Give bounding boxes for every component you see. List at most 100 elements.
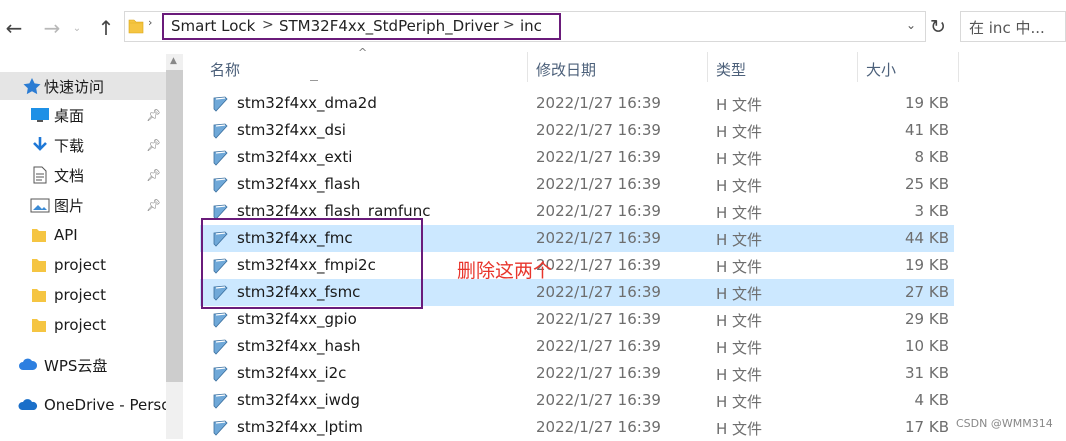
file-row[interactable]: stm32f4xx_exti 2022/1/27 16:39 H 文件 8 KB: [200, 144, 954, 171]
folder-icon: [32, 319, 46, 332]
h-file-icon: [213, 123, 228, 139]
file-name: stm32f4xx_flash: [237, 175, 361, 193]
address-toolbar: ← → ⌄ ↑ › Smart Lock > STM32F4xx_StdPeri…: [0, 0, 1066, 54]
pin-icon[interactable]: 📌︎: [146, 138, 161, 152]
forward-button[interactable]: →: [40, 14, 64, 42]
folder-icon: [128, 19, 144, 34]
file-type: H 文件: [716, 123, 763, 141]
search-placeholder: 在 inc 中...: [969, 19, 1045, 37]
file-date: 2022/1/27 16:39: [536, 94, 661, 112]
nav-item-label: API: [54, 226, 78, 244]
file-name: stm32f4xx_i2c: [237, 364, 347, 382]
nav-item-onedrive[interactable]: OneDrive - Perso: [0, 391, 170, 419]
up-button[interactable]: ↑: [94, 14, 118, 42]
file-size: 10 KB: [905, 337, 949, 355]
file-type: H 文件: [716, 150, 763, 168]
file-size: 31 KB: [905, 364, 949, 382]
nav-item-label: project: [54, 256, 107, 274]
column-divider[interactable]: [857, 52, 858, 82]
folder-icon: [32, 229, 46, 242]
nav-item-project[interactable]: project: [0, 311, 166, 339]
h-file-icon: [213, 393, 228, 409]
file-date: 2022/1/27 16:39: [536, 175, 661, 193]
nav-item-quick-access[interactable]: 快速访问: [0, 72, 166, 100]
file-date: 2022/1/27 16:39: [536, 391, 661, 409]
file-row[interactable]: stm32f4xx_i2c 2022/1/27 16:39 H 文件 31 KB: [200, 360, 954, 387]
column-header-type[interactable]: 类型: [716, 54, 746, 84]
arrow-up-icon: ↑: [97, 16, 115, 40]
nav-item-label: 图片: [54, 196, 85, 215]
breadcrumb-item-smart-lock[interactable]: Smart Lock: [171, 17, 255, 35]
nav-item-downloads[interactable]: 下载 📌︎: [0, 131, 166, 159]
breadcrumb-separator[interactable]: >: [503, 17, 515, 33]
scroll-up-icon[interactable]: ▲: [170, 56, 177, 66]
refresh-button[interactable]: ↻: [928, 15, 948, 39]
breadcrumb-item-stdperiph[interactable]: STM32F4xx_StdPeriph_Driver: [279, 17, 499, 35]
folder-icon: [32, 259, 46, 272]
file-date: 2022/1/27 16:39: [536, 283, 661, 301]
desktop-icon: [31, 108, 49, 122]
chevron-right-icon[interactable]: ›: [148, 16, 152, 29]
sort-ascending-icon: ^: [358, 46, 368, 59]
file-row[interactable]: stm32f4xx_lptim 2022/1/27 16:39 H 文件 17 KB: [200, 414, 954, 441]
breadcrumb-separator[interactable]: >: [262, 17, 274, 33]
nav-item-desktop[interactable]: 桌面 📌︎: [0, 101, 166, 129]
nav-item-label: project: [54, 286, 107, 304]
file-type: H 文件: [716, 177, 763, 195]
breadcrumb-item-inc[interactable]: inc: [520, 17, 542, 35]
file-row[interactable]: stm32f4xx_dma2d 2022/1/27 16:39 H 文件 19 KB: [200, 90, 954, 117]
nav-item-label: 下载: [54, 136, 85, 155]
file-date: 2022/1/27 16:39: [536, 121, 661, 139]
column-header-date[interactable]: 修改日期: [536, 54, 596, 84]
nav-item-wps-cloud[interactable]: WPS云盘: [0, 351, 166, 379]
file-type: H 文件: [716, 312, 763, 330]
file-type: H 文件: [716, 258, 763, 276]
file-row[interactable]: stm32f4xx_dsi 2022/1/27 16:39 H 文件 41 KB: [200, 117, 954, 144]
nav-item-label: 快速访问: [44, 77, 105, 96]
pin-icon[interactable]: 📌︎: [146, 108, 161, 122]
file-row[interactable]: stm32f4xx_iwdg 2022/1/27 16:39 H 文件 4 KB: [200, 387, 954, 414]
file-size: 19 KB: [905, 256, 949, 274]
h-file-icon: [213, 420, 228, 436]
file-date: 2022/1/27 16:39: [536, 418, 661, 436]
nav-item-project[interactable]: project: [0, 281, 166, 309]
file-size: 4 KB: [914, 391, 949, 409]
column-divider[interactable]: [707, 52, 708, 82]
nav-scrollbar-thumb[interactable]: [166, 70, 183, 382]
pin-icon[interactable]: 📌︎: [146, 198, 161, 212]
cloud-icon: [19, 358, 38, 370]
column-header-size[interactable]: 大小: [866, 54, 896, 84]
file-type: H 文件: [716, 393, 763, 411]
refresh-icon: ↻: [930, 16, 946, 38]
watermark: CSDN @WMM314: [956, 417, 1053, 430]
column-divider[interactable]: [527, 52, 528, 82]
arrow-left-icon: ←: [5, 16, 23, 40]
file-type: H 文件: [716, 96, 763, 114]
recent-dropdown-button[interactable]: ⌄: [65, 14, 89, 42]
file-type: H 文件: [716, 420, 763, 438]
nav-item-documents[interactable]: 文档 📌︎: [0, 161, 166, 189]
pin-icon[interactable]: 📌︎: [146, 168, 161, 182]
file-row[interactable]: stm32f4xx_hash 2022/1/27 16:39 H 文件 10 KB: [200, 333, 954, 360]
file-type: H 文件: [716, 366, 763, 384]
file-row[interactable]: stm32f4xx_flash 2022/1/27 16:39 H 文件 25 KB: [200, 171, 954, 198]
column-divider[interactable]: [958, 52, 959, 82]
back-button[interactable]: ←: [2, 14, 26, 42]
h-file-icon: [213, 96, 228, 112]
nav-item-project[interactable]: project: [0, 251, 166, 279]
file-size: 25 KB: [905, 175, 949, 193]
file-name: stm32f4xx_lptim: [237, 418, 363, 436]
nav-item-pictures[interactable]: 图片 📌︎: [0, 191, 166, 219]
chevron-down-icon[interactable]: ⌄: [906, 18, 916, 32]
download-icon: [33, 137, 47, 151]
column-header-name[interactable]: 名称: [210, 54, 240, 84]
file-row[interactable]: stm32f4xx_gpio 2022/1/27 16:39 H 文件 29 KB: [200, 306, 954, 333]
nav-item-api[interactable]: API: [0, 221, 166, 249]
file-size: 27 KB: [905, 283, 949, 301]
nav-item-label: project: [54, 316, 107, 334]
file-date: 2022/1/27 16:39: [536, 256, 661, 274]
h-file-icon: [213, 312, 228, 328]
file-size: 8 KB: [914, 148, 949, 166]
file-date: 2022/1/27 16:39: [536, 202, 661, 220]
file-name: stm32f4xx_exti: [237, 148, 353, 166]
